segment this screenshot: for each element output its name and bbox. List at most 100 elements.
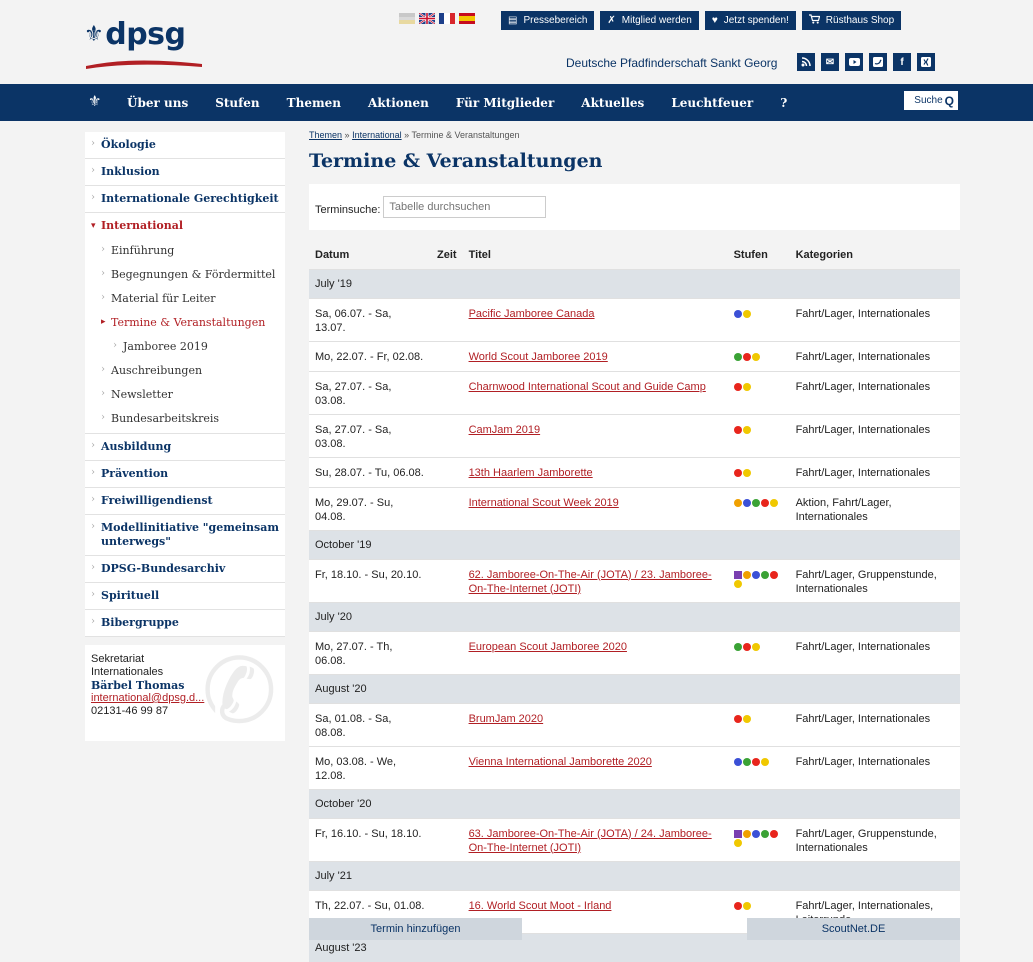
language-flags: [399, 13, 475, 25]
contact-email-link[interactable]: international@dpsg.d...: [91, 692, 204, 704]
sidebar-item-modellinitiative[interactable]: Modellinitiative "gemeinsam unterwegs": [85, 515, 285, 556]
event-title-link[interactable]: CamJam 2019: [469, 424, 541, 436]
sidebar-item-inklusion[interactable]: Inklusion: [85, 159, 285, 186]
events-body: July '19 Sa, 06.07. - Sa, 13.07. Pacific J…: [309, 268, 960, 962]
sidebar-subitem-jamboree-2019[interactable]: Jamboree 2019: [85, 335, 285, 359]
nav-item-help[interactable]: ?: [780, 96, 787, 110]
col-header-title[interactable]: Titel: [462, 241, 728, 269]
youtube-icon[interactable]: [845, 53, 863, 71]
event-row: Sa, 27.07. - Sa, 03.08. Charnwood Interna…: [309, 370, 960, 414]
sidebar-item-praevention[interactable]: Prävention: [85, 461, 285, 488]
sidebar-subitem-begegnungen[interactable]: Begegnungen & Fördermittel: [85, 263, 285, 287]
breadcrumb-themen[interactable]: Themen: [309, 130, 342, 140]
nav-item-aktionen[interactable]: Aktionen: [368, 96, 429, 110]
sidebar-item-oekologie[interactable]: Ökologie: [85, 132, 285, 159]
mail-icon[interactable]: ✉: [821, 53, 839, 71]
event-title-cell: Vienna International Jamborette 2020: [462, 745, 728, 789]
nav-search-box[interactable]: Suche Q: [904, 91, 958, 110]
event-row: Sa, 27.07. - Sa, 03.08. CamJam 2019 Fahrt/…: [309, 413, 960, 457]
stufe-lily-icon: [733, 468, 742, 477]
sidebar-item-internationale-gerechtigkeit[interactable]: Internationale Gerechtigkeit: [85, 186, 285, 213]
flag-es-icon[interactable]: [459, 13, 475, 24]
month-group-row: July '20: [309, 601, 960, 631]
event-title-link[interactable]: European Scout Jamboree 2020: [469, 641, 627, 653]
col-header-date[interactable]: Datum: [309, 241, 431, 269]
nav-item-stufen[interactable]: Stufen: [215, 96, 259, 110]
sidebar-item-bibergruppe[interactable]: Bibergruppe: [85, 610, 285, 637]
woelfling-stufe-icon: [733, 829, 742, 838]
cart-icon: [808, 14, 821, 27]
nav-item-themen[interactable]: Themen: [287, 96, 341, 110]
facebook-icon[interactable]: f: [893, 53, 911, 71]
sidebar-subitem-einfuehrung[interactable]: Einführung: [85, 239, 285, 263]
scoutnet-button[interactable]: ScoutNet.DE: [747, 918, 960, 940]
breadcrumb-international[interactable]: International: [352, 130, 402, 140]
event-categories: Fahrt/Lager, Internationales: [789, 702, 960, 746]
flag-de-icon[interactable]: [399, 13, 415, 25]
nav-item-ueber-uns[interactable]: Über uns: [127, 96, 188, 110]
event-date: Sa, 01.08. - Sa, 08.08.: [309, 702, 431, 746]
twitter-icon[interactable]: [869, 53, 887, 71]
add-event-button[interactable]: Termin hinzufügen: [309, 918, 522, 940]
sidebar-subitem-material[interactable]: Material für Leiter: [85, 287, 285, 311]
event-title-link[interactable]: 16. World Scout Moot - Irland: [469, 900, 612, 912]
event-time: [431, 456, 463, 487]
sidebar-subitem-newsletter[interactable]: Newsletter: [85, 383, 285, 407]
sidebar-subitem-termine[interactable]: Termine & Veranstaltungen: [85, 311, 285, 335]
sidebar-item-ausbildung[interactable]: Ausbildung: [85, 434, 285, 461]
stufe-lily-icon: [742, 309, 751, 318]
become-member-button[interactable]: ✗ Mitglied werden: [600, 11, 699, 30]
stufe-lily-icon: [742, 425, 751, 434]
lily-icon: ⚜: [84, 22, 104, 47]
event-row: Mo, 03.08. - We, 12.08. Vienna Internatio…: [309, 745, 960, 789]
stufe-lily-icon: [733, 838, 742, 847]
stufe-lily-icon: [742, 714, 751, 723]
event-categories: Fahrt/Lager, Gruppenstunde, Internationa…: [789, 817, 960, 861]
event-categories: Fahrt/Lager, Gruppenstunde, Internationa…: [789, 558, 960, 602]
sidebar-item-international[interactable]: International: [85, 213, 285, 239]
event-title-link[interactable]: 62. Jamboree-On-The-Air (JOTA) / 23. Jam…: [469, 569, 712, 595]
xing-icon[interactable]: [917, 53, 935, 71]
event-title-link[interactable]: Charnwood International Scout and Guide …: [469, 381, 706, 393]
contact-name: Bärbel Thomas: [91, 679, 185, 692]
col-header-time[interactable]: Zeit: [431, 241, 463, 269]
donate-button[interactable]: ♥ Jetzt spenden!: [704, 11, 796, 30]
event-time: [431, 370, 463, 414]
social-links: ✉ f: [797, 53, 935, 71]
contact-dept-2: Internationales: [91, 666, 164, 678]
sidebar-item-bundesarchiv[interactable]: DPSG-Bundesarchiv: [85, 556, 285, 583]
stufe-lily-icon: [733, 352, 742, 361]
table-search-input[interactable]: [383, 196, 547, 218]
event-title-link[interactable]: World Scout Jamboree 2019: [469, 351, 608, 363]
col-header-stufen[interactable]: Stufen: [727, 241, 790, 269]
flag-fr-icon[interactable]: [439, 13, 455, 24]
stufe-lily-icon: [742, 352, 751, 361]
home-emblem-icon[interactable]: ⚜: [88, 92, 101, 110]
shop-button[interactable]: Rüsthaus Shop: [801, 11, 902, 30]
sidebar-subitem-auschreibungen[interactable]: Auschreibungen: [85, 359, 285, 383]
event-title-link[interactable]: BrumJam 2020: [469, 713, 544, 725]
bottom-buttons: Termin hinzufügen ScoutNet.DE: [309, 918, 960, 940]
table-search-panel: Terminsuche:: [309, 184, 960, 230]
event-categories: Fahrt/Lager, Internationales: [789, 297, 960, 341]
col-header-categories[interactable]: Kategorien: [789, 241, 960, 269]
dpsg-logo[interactable]: ⚜dpsg: [84, 18, 214, 70]
sidebar-item-freiwilligendienst[interactable]: Freiwilligendienst: [85, 488, 285, 515]
month-group-row: October '19: [309, 529, 960, 559]
stufe-lily-icon: [733, 579, 742, 588]
nav-item-aktuelles[interactable]: Aktuelles: [581, 96, 644, 110]
nav-item-fuer-mitglieder[interactable]: Für Mitglieder: [456, 96, 554, 110]
event-title-link[interactable]: 13th Haarlem Jamborette: [469, 467, 593, 479]
event-date: Mo, 03.08. - We, 12.08.: [309, 745, 431, 789]
nav-item-leuchtfeuer[interactable]: Leuchtfeuer: [671, 96, 753, 110]
sidebar-item-spirituell[interactable]: Spirituell: [85, 583, 285, 610]
flag-uk-icon[interactable]: [419, 13, 435, 24]
event-title-link[interactable]: Pacific Jamboree Canada: [469, 308, 595, 320]
stufe-lily-icon: [733, 757, 742, 766]
press-button[interactable]: ▤ Pressebereich: [501, 11, 595, 30]
event-title-link[interactable]: Vienna International Jamborette 2020: [469, 756, 652, 768]
rss-icon[interactable]: [797, 53, 815, 71]
event-title-link[interactable]: 63. Jamboree-On-The-Air (JOTA) / 24. Jam…: [469, 828, 712, 854]
event-title-link[interactable]: International Scout Week 2019: [469, 497, 619, 509]
sidebar-subitem-bundesarbeitskreis[interactable]: Bundesarbeitskreis: [85, 407, 285, 434]
